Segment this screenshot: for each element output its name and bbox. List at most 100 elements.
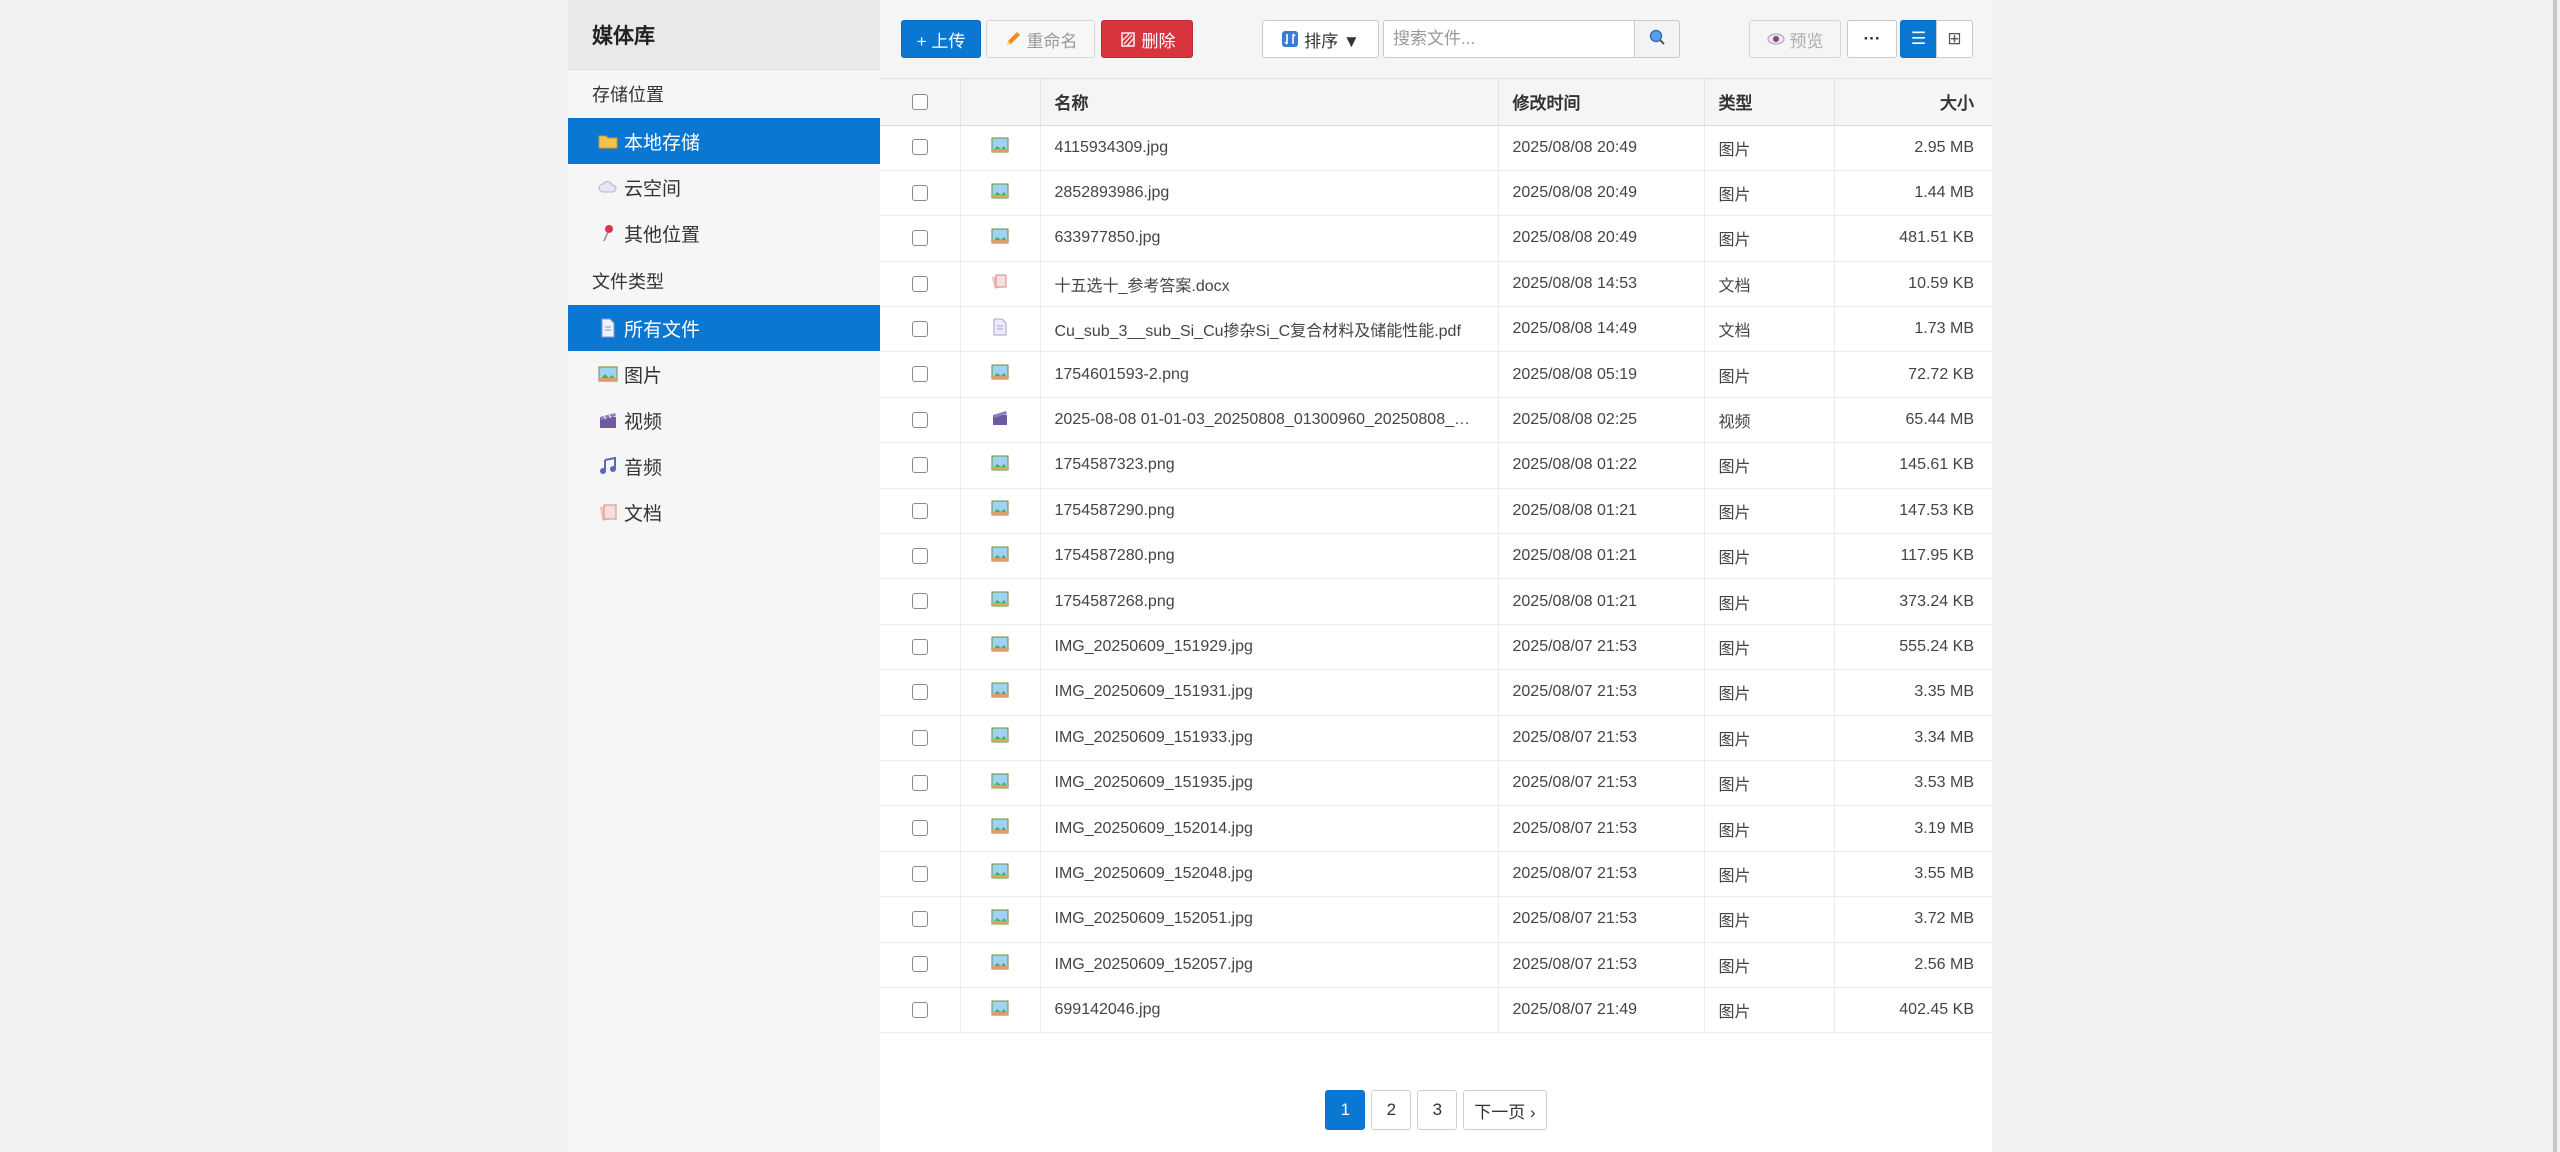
list-view-button[interactable]: ☰ (1900, 20, 1937, 58)
row-checkbox[interactable] (911, 139, 928, 156)
preview-button[interactable]: 预览 (1749, 20, 1841, 58)
table-row[interactable]: IMG_20250609_151931.jpg 2025/08/07 21:53 图… (880, 669, 1992, 716)
file-name[interactable]: IMG_20250609_151931.jpg (1040, 669, 1499, 716)
next-page-button[interactable]: 下一页 › (1463, 1090, 1547, 1130)
file-name[interactable]: Cu_sub_3__sub_Si_Cu掺杂Si_C复合材料及储能性能.pdf (1040, 306, 1499, 352)
file-type-icon-cell (960, 987, 1041, 1033)
table-row[interactable]: 十五选十_参考答案.docx 2025/08/08 14:53 文档 10.59 KB (880, 261, 1992, 307)
file-name[interactable]: IMG_20250609_152014.jpg (1040, 805, 1499, 852)
table-row[interactable]: IMG_20250609_152051.jpg 2025/08/07 21:53 图… (880, 896, 1992, 943)
search-input[interactable] (1383, 20, 1635, 58)
row-checkbox[interactable] (911, 956, 928, 973)
page-1-button[interactable]: 1 (1325, 1090, 1366, 1130)
file-name[interactable]: IMG_20250609_151935.jpg (1040, 760, 1499, 806)
row-checkbox-cell (880, 351, 961, 398)
page-scrollbar[interactable] (2553, 0, 2560, 1152)
table-row[interactable]: 1754601593-2.png 2025/08/08 05:19 图片 72.72 … (880, 351, 1992, 398)
row-checkbox[interactable] (911, 502, 928, 519)
table-row[interactable]: 699142046.jpg 2025/08/07 21:49 图片 402.45 KB (880, 987, 1992, 1033)
table-row[interactable]: 1754587280.png 2025/08/08 01:21 图片 117.95 K… (880, 533, 1992, 579)
sort-button[interactable]: 排序 ▼ (1262, 20, 1379, 58)
file-name[interactable]: IMG_20250609_152057.jpg (1040, 942, 1499, 988)
sidebar-item-videos[interactable]: 视频 (568, 397, 880, 443)
table-row[interactable]: 1754587323.png 2025/08/08 01:22 图片 145.61 K… (880, 442, 1992, 489)
row-checkbox[interactable] (911, 411, 928, 428)
file-name[interactable]: IMG_20250609_152048.jpg (1040, 851, 1499, 897)
scrollbar-thumb[interactable] (2553, 0, 2557, 1152)
file-modified: 2025/08/08 01:21 (1498, 488, 1705, 534)
row-checkbox[interactable] (911, 457, 928, 474)
row-checkbox[interactable] (911, 774, 928, 791)
row-checkbox[interactable] (911, 911, 928, 928)
row-checkbox[interactable] (911, 729, 928, 746)
image-icon (991, 863, 1009, 884)
table-row[interactable]: Cu_sub_3__sub_Si_Cu掺杂Si_C复合材料及储能性能.pdf 20… (880, 306, 1992, 352)
file-name[interactable]: 4115934309.jpg (1040, 125, 1499, 171)
upload-button[interactable]: + 上传 (901, 20, 981, 58)
sidebar-item-cloud[interactable]: 云空间 (568, 164, 880, 210)
table-row[interactable]: 4115934309.jpg 2025/08/08 20:49 图片 2.95 MB (880, 125, 1992, 171)
sidebar-item-all-files[interactable]: 所有文件 (568, 305, 880, 351)
table-row[interactable]: 2025-08-08 01-01-03_20250808_01300960_20… (880, 397, 1992, 443)
row-checkbox[interactable] (911, 366, 928, 383)
row-checkbox[interactable] (911, 230, 928, 247)
row-checkbox[interactable] (911, 547, 928, 564)
name-column-header[interactable]: 名称 (1040, 79, 1499, 126)
grid-view-button[interactable]: ⊞ (1936, 20, 1973, 58)
page-3-button[interactable]: 3 (1417, 1090, 1458, 1130)
row-checkbox[interactable] (911, 275, 928, 292)
row-checkbox[interactable] (911, 684, 928, 701)
more-options-button[interactable]: ··· (1847, 20, 1897, 58)
sidebar-item-local-storage[interactable]: 本地存储 (568, 118, 880, 164)
sidebar-item-images[interactable]: 图片 (568, 351, 880, 397)
type-column-header[interactable]: 类型 (1704, 79, 1835, 126)
select-all-checkbox[interactable] (911, 94, 928, 111)
rename-button[interactable]: 重命名 (986, 20, 1095, 58)
file-modified: 2025/08/07 21:53 (1498, 669, 1705, 716)
table-row[interactable]: 2852893986.jpg 2025/08/08 20:49 图片 1.44 MB (880, 170, 1992, 216)
table-row[interactable]: IMG_20250609_152014.jpg 2025/08/07 21:53 图… (880, 805, 1992, 852)
sidebar-item-audio[interactable]: 音频 (568, 443, 880, 489)
table-row[interactable]: IMG_20250609_152057.jpg 2025/08/07 21:53 图… (880, 942, 1992, 988)
file-name[interactable]: 1754587280.png (1040, 533, 1499, 579)
table-row[interactable]: IMG_20250609_151935.jpg 2025/08/07 21:53 图… (880, 760, 1992, 806)
row-checkbox[interactable] (911, 638, 928, 655)
file-name[interactable]: IMG_20250609_152051.jpg (1040, 896, 1499, 943)
row-checkbox[interactable] (911, 820, 928, 837)
table-row[interactable]: 1754587268.png 2025/08/08 01:21 图片 373.24 K… (880, 578, 1992, 625)
table-row[interactable]: IMG_20250609_151929.jpg 2025/08/07 21:53 图… (880, 624, 1992, 670)
row-checkbox[interactable] (911, 865, 928, 882)
file-name[interactable]: 1754587268.png (1040, 578, 1499, 625)
file-type: 图片 (1704, 942, 1835, 988)
table-row[interactable]: 1754587290.png 2025/08/08 01:21 图片 147.53 K… (880, 488, 1992, 534)
file-name[interactable]: 699142046.jpg (1040, 987, 1499, 1033)
sidebar-item-other-location[interactable]: 其他位置 (568, 210, 880, 256)
file-name[interactable]: 2852893986.jpg (1040, 170, 1499, 216)
file-size: 10.59 KB (1908, 274, 1974, 292)
page-2-button[interactable]: 2 (1371, 1090, 1412, 1130)
row-checkbox[interactable] (911, 321, 928, 338)
file-name[interactable]: IMG_20250609_151929.jpg (1040, 624, 1499, 670)
table-row[interactable]: IMG_20250609_151933.jpg 2025/08/07 21:53 图… (880, 715, 1992, 761)
file-modified: 2025/08/07 21:53 (1498, 896, 1705, 943)
file-name[interactable]: 1754587323.png (1040, 442, 1499, 489)
sidebar-item-documents[interactable]: 文档 (568, 489, 880, 535)
modified-column-header[interactable]: 修改时间 (1498, 79, 1705, 126)
row-checkbox[interactable] (911, 1001, 928, 1018)
delete-button[interactable]: 删除 (1101, 20, 1193, 58)
row-checkbox[interactable] (911, 593, 928, 610)
file-name[interactable]: 633977850.jpg (1040, 215, 1499, 262)
table-row[interactable]: 633977850.jpg 2025/08/08 20:49 图片 481.51 KB (880, 215, 1992, 262)
file-type: 文档 (1704, 261, 1835, 307)
file-name[interactable]: IMG_20250609_151933.jpg (1040, 715, 1499, 761)
row-checkbox[interactable] (911, 184, 928, 201)
file-name[interactable]: 1754601593-2.png (1040, 351, 1499, 398)
file-size: 373.24 KB (1899, 592, 1974, 610)
search-button[interactable] (1634, 20, 1680, 58)
table-row[interactable]: IMG_20250609_152048.jpg 2025/08/07 21:53 图… (880, 851, 1992, 897)
file-modified: 2025/08/08 14:53 (1498, 261, 1705, 307)
file-name[interactable]: 2025-08-08 01-01-03_20250808_01300960_20… (1040, 397, 1499, 443)
file-name[interactable]: 十五选十_参考答案.docx (1040, 261, 1499, 307)
size-column-header[interactable]: 大小 (1834, 79, 1992, 126)
file-name[interactable]: 1754587290.png (1040, 488, 1499, 534)
